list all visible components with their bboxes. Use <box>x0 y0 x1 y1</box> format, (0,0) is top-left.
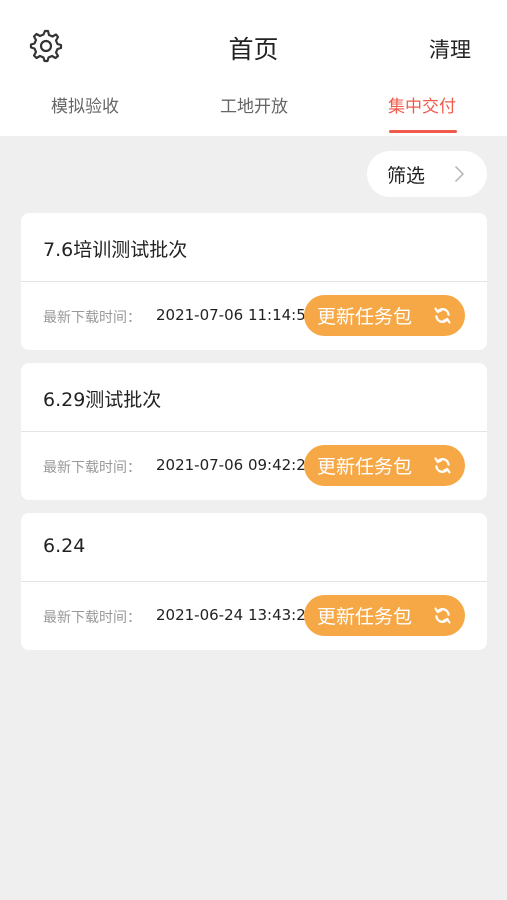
download-time-label: 最新下载时间： <box>43 610 141 626</box>
update-button-label: 更新任务包 <box>317 606 413 628</box>
batch-card[interactable]: 6.29测试批次 最新下载时间： 2021-07-06 09:42:25 更新任… <box>21 363 487 500</box>
active-tab-indicator <box>389 130 457 133</box>
batch-card[interactable]: 6.24 最新下载时间： 2021-06-24 13:43:25 更新任务包 <box>21 513 487 650</box>
download-time-value: 2021-06-24 13:43:25 <box>156 606 316 624</box>
clear-button[interactable]: 清理 <box>429 34 471 64</box>
divider <box>21 431 487 432</box>
refresh-icon <box>434 307 451 324</box>
filter-button[interactable]: 筛选 <box>367 151 487 197</box>
tab-centralized-delivery[interactable]: 集中交付 <box>347 92 497 117</box>
download-time-value: 2021-07-06 09:42:25 <box>156 456 316 474</box>
divider <box>21 581 487 582</box>
update-task-package-button[interactable]: 更新任务包 <box>304 295 465 336</box>
batch-title: 7.6培训测试批次 <box>43 239 188 261</box>
batch-card[interactable]: 7.6培训测试批次 最新下载时间： 2021-07-06 11:14:59 更新… <box>21 213 487 350</box>
download-time-label: 最新下载时间： <box>43 310 141 326</box>
tab-site-open[interactable]: 工地开放 <box>179 92 329 117</box>
refresh-icon <box>434 457 451 474</box>
divider <box>21 281 487 282</box>
tab-simulated-acceptance[interactable]: 模拟验收 <box>10 92 160 117</box>
filter-label: 筛选 <box>387 164 426 187</box>
batch-title: 6.24 <box>43 535 86 557</box>
tab-bar: 模拟验收 工地开放 集中交付 <box>0 92 507 136</box>
header: 首页 清理 模拟验收 工地开放 集中交付 <box>0 0 507 136</box>
batch-title: 6.29测试批次 <box>43 389 162 411</box>
update-button-label: 更新任务包 <box>317 306 413 328</box>
update-task-package-button[interactable]: 更新任务包 <box>304 595 465 636</box>
refresh-icon <box>434 607 451 624</box>
download-time-value: 2021-07-06 11:14:59 <box>156 306 316 324</box>
chevron-right-icon <box>455 166 464 182</box>
download-time-label: 最新下载时间： <box>43 460 141 476</box>
update-button-label: 更新任务包 <box>317 456 413 478</box>
update-task-package-button[interactable]: 更新任务包 <box>304 445 465 486</box>
